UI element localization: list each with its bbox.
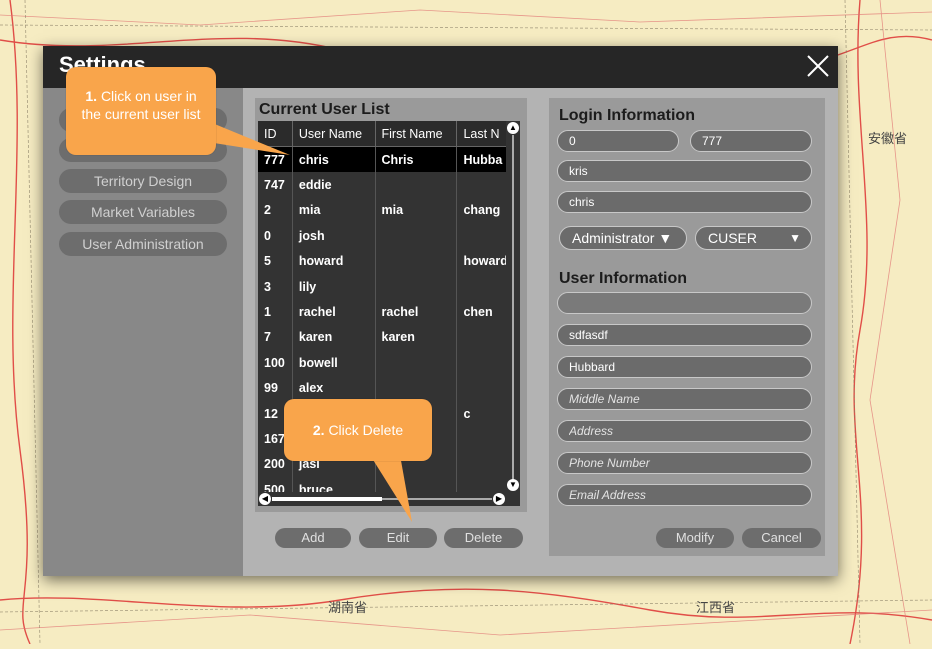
callout-step-1: 1. Click on user in the current user lis… — [66, 67, 216, 155]
callout-step-2-text: Click Delete — [328, 422, 404, 438]
callout-step-2: 2. Click Delete — [284, 399, 432, 461]
callout-step-1-text: Click on user in the current user list — [81, 88, 201, 122]
callout-step-2-number: 2. — [312, 422, 325, 438]
callout-step-1-number: 1. — [85, 88, 98, 104]
